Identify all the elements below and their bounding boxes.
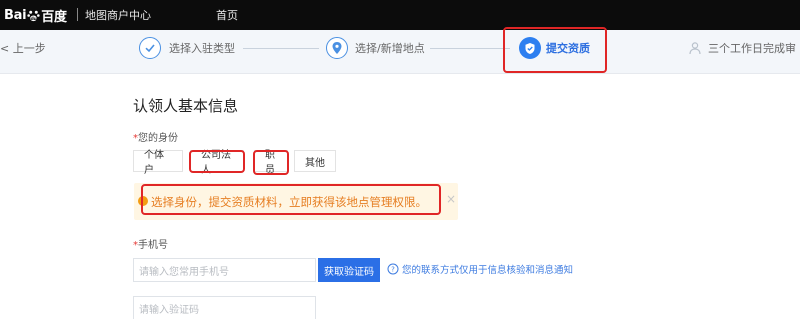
step-label-2: 选择/新增地点	[355, 42, 425, 55]
verification-code-input[interactable]: 请输入验证码	[133, 296, 316, 319]
help-circle-icon: ?	[387, 263, 399, 275]
close-icon[interactable]: ×	[446, 192, 456, 206]
legal-person-highlight	[189, 150, 245, 173]
logo-text-left: Bai	[4, 7, 27, 23]
baidu-logo[interactable]: Bai du 百度	[4, 2, 67, 28]
step-connector	[430, 48, 510, 49]
paw-icon: du	[27, 10, 40, 22]
phone-hint-text: 您的联系方式仅用于信息核验和消息通知	[402, 265, 574, 276]
location-pin-icon	[326, 37, 348, 59]
identity-option-individual[interactable]: 个体户	[133, 150, 183, 176]
nav-home-link[interactable]: 首页	[216, 2, 238, 28]
top-header: Bai du 百度 地图商户中心 首页	[0, 0, 800, 30]
svg-text:du: du	[31, 16, 37, 22]
back-link[interactable]: < 上一步	[0, 30, 46, 66]
svg-text:?: ?	[391, 266, 395, 274]
identity-option-other[interactable]: 其他	[294, 150, 336, 172]
identity-label: *您的身份	[133, 129, 178, 144]
step-label-1: 选择入驻类型	[169, 42, 235, 55]
phone-label: *手机号	[133, 236, 168, 251]
active-step-highlight	[503, 27, 607, 73]
step-indicator: < 上一步 选择入驻类型 选择/新增地点 提交资质 三个工作日完成审	[0, 30, 800, 74]
header-divider	[77, 8, 78, 21]
employee-highlight	[253, 150, 289, 175]
section-heading: 认领人基本信息	[133, 97, 239, 115]
product-title: 地图商户中心	[85, 9, 151, 22]
identity-label-text: 您的身份	[138, 133, 178, 144]
logo-text-right: 百度	[41, 9, 67, 25]
step-label-4: 三个工作日完成审	[708, 42, 796, 55]
phone-input[interactable]: 请输入您常用手机号	[133, 258, 316, 282]
get-code-button[interactable]: 获取验证码	[318, 258, 380, 282]
notice-highlight	[141, 184, 441, 215]
check-icon	[139, 37, 161, 59]
phone-label-text: 手机号	[138, 240, 168, 251]
step-connector	[243, 48, 319, 49]
user-icon	[684, 37, 706, 59]
